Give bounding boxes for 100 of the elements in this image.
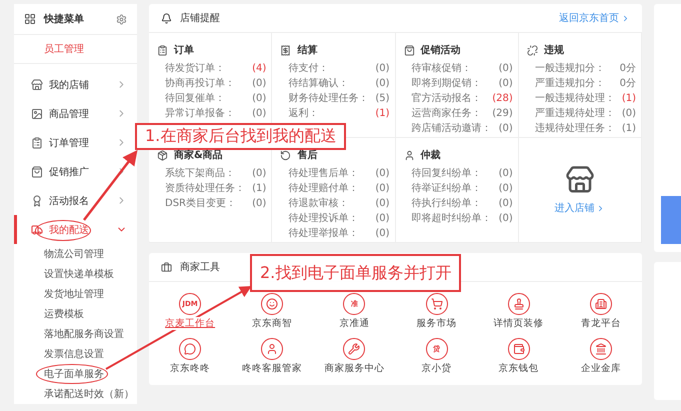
tool-link[interactable]: 京东咚咚 — [169, 362, 212, 375]
reminder-label[interactable]: 一般违规待处理： — [534, 91, 615, 105]
tool-link[interactable]: 京准通 — [338, 317, 370, 330]
tool-link[interactable]: 京小贷 — [420, 362, 453, 375]
settings-icon[interactable] — [116, 14, 127, 24]
chevron-right-icon — [621, 14, 630, 22]
reminder-label[interactable]: 返利： — [288, 106, 318, 120]
reminder-label[interactable]: 待执行纠纷单： — [412, 196, 482, 210]
section-icon — [157, 150, 168, 160]
store-link[interactable]: 进入店铺 — [554, 201, 606, 215]
reminder-label[interactable]: 严重违规待处理： — [534, 106, 615, 120]
tool-link[interactable]: 详情页装修 — [492, 317, 545, 330]
reminder-label[interactable]: 待结算确认： — [288, 76, 348, 90]
menu-item[interactable]: 活动报名 — [14, 186, 137, 215]
submenu-item[interactable]: 电子面单服务 — [14, 364, 137, 384]
section-icon — [280, 44, 292, 56]
reminder-label[interactable]: DSR类目变更： — [165, 196, 236, 210]
reminder-label[interactable]: 待审核促销： — [412, 61, 472, 75]
reminder-label[interactable]: 待回复催单： — [165, 91, 225, 105]
submenu-item[interactable]: 设置快递单模板 — [14, 264, 137, 284]
submenu-item[interactable]: 物流公司管理 — [14, 244, 137, 264]
reminder-count: (0) — [498, 62, 513, 74]
submenu-item[interactable]: 运费模板 — [14, 304, 137, 324]
reminder-label[interactable]: 即将到期促销： — [412, 76, 482, 90]
section-icon — [404, 44, 414, 56]
reminder-count: (0) — [375, 198, 390, 208]
reminder-label[interactable]: 官方活动报名： — [412, 91, 482, 105]
reminder-label[interactable]: 待处理售后单： — [288, 166, 358, 180]
tool-icon[interactable] — [261, 293, 284, 315]
reminder-count: (29) — [492, 108, 513, 118]
reminder-count: (0) — [375, 168, 390, 178]
reminder-count: (1) — [375, 108, 390, 118]
tool-icon[interactable] — [261, 338, 284, 360]
section-icon — [157, 44, 168, 56]
reminder-label[interactable]: 待支付： — [288, 61, 328, 75]
reminder-count: 0分 — [620, 62, 636, 75]
tool-link[interactable]: 京东钱包 — [498, 362, 540, 375]
reminder-label[interactable]: 待回复纠纷单： — [412, 166, 482, 180]
menu-icon — [31, 224, 43, 236]
panel-title: 店铺提醒 — [180, 12, 220, 25]
menu-item[interactable]: 订单管理 — [14, 128, 137, 157]
tool-icon[interactable] — [426, 293, 448, 315]
tool-link[interactable]: 青龙平台 — [580, 317, 622, 330]
reminder-label[interactable]: 协商再投订单： — [165, 76, 235, 90]
menu-item[interactable]: 促销推广 — [14, 157, 137, 186]
reminder-count: (0) — [252, 108, 266, 118]
reminder-label[interactable]: 待处理举报单： — [288, 226, 358, 240]
reminder-count: (0) — [252, 198, 266, 208]
reminder-label[interactable]: 系统下架商品： — [165, 166, 235, 180]
home-link[interactable]: 返回京东首页 — [559, 11, 630, 25]
tool-link[interactable]: 咚咚客服管家 — [241, 362, 304, 375]
reminder-label[interactable]: 一般违规扣分： — [534, 61, 605, 75]
submenu-item[interactable]: 承诺配送时效（新） — [14, 384, 137, 404]
tool-icon[interactable] — [508, 293, 530, 315]
reminder-count: (0) — [252, 78, 266, 88]
reminder-label[interactable]: 待发货订单： — [165, 61, 225, 75]
reminder-label[interactable]: 运营商家任务： — [412, 106, 482, 120]
tool-link[interactable]: 商家服务中心 — [323, 362, 386, 375]
reminder-count: (0) — [498, 168, 513, 178]
reminder-count: (0) — [498, 212, 513, 224]
reminder-label[interactable]: 资质待处理任务： — [165, 181, 245, 195]
reminder-count: (0) — [498, 198, 513, 208]
section-icon — [280, 150, 292, 160]
tool-link[interactable]: 企业金库 — [580, 362, 622, 375]
tool-link[interactable]: 京东商智 — [251, 317, 294, 330]
reminder-label[interactable]: 违规待处理任务： — [534, 121, 615, 135]
menu-item[interactable]: 我的配送 — [14, 215, 137, 244]
shortcut-link[interactable]: 员工管理 — [14, 35, 137, 64]
reminder-count: (0) — [375, 228, 390, 238]
reminder-label[interactable]: 待处理投诉单： — [288, 211, 358, 225]
menu-item[interactable]: 我的店铺 — [14, 70, 137, 99]
tool-icon[interactable] — [179, 338, 202, 360]
reminder-label[interactable]: 严重违规扣分： — [534, 76, 605, 90]
section-icon — [404, 150, 414, 160]
reminder-label[interactable]: 待举证纠纷单： — [412, 181, 482, 195]
reminder-count: (1) — [252, 182, 266, 194]
tool-icon[interactable] — [590, 293, 612, 315]
menu-icon — [31, 78, 43, 90]
tool-icon[interactable] — [590, 338, 612, 360]
reminder-label[interactable]: 异常订单报备： — [165, 106, 235, 120]
reminder-count: (0) — [252, 92, 266, 104]
reminder-label[interactable]: 待退款审核： — [288, 196, 348, 210]
submenu-item[interactable]: 发货地址管理 — [14, 284, 137, 304]
reminder-label[interactable]: 跨店铺活动邀请： — [412, 121, 492, 135]
sidebar-title: 快捷菜单 — [44, 12, 85, 26]
section-title: 结算 — [297, 44, 318, 57]
reminder-label[interactable]: 待处理赔付单： — [288, 181, 358, 195]
reminder-label[interactable]: 即将超时纠纷单： — [412, 211, 492, 225]
tool-link[interactable]: 服务市场 — [416, 317, 458, 330]
callout-label: 2.找到电子面单服务并打开 — [250, 254, 462, 292]
reminder-label[interactable]: 财务待处理任务： — [288, 91, 368, 105]
tool-icon[interactable] — [343, 338, 366, 360]
submenu-item[interactable]: 发票信息设置 — [14, 344, 137, 364]
tool-link[interactable]: 京麦工作台 — [164, 317, 216, 330]
reminder-count: (4) — [252, 62, 266, 74]
menu-icon — [31, 166, 43, 178]
menu-item[interactable]: 商品管理 — [14, 99, 137, 128]
toolbox-icon — [161, 262, 172, 272]
tool-icon[interactable] — [508, 338, 530, 360]
submenu-item[interactable]: 落地配服务商设置 — [14, 324, 137, 344]
